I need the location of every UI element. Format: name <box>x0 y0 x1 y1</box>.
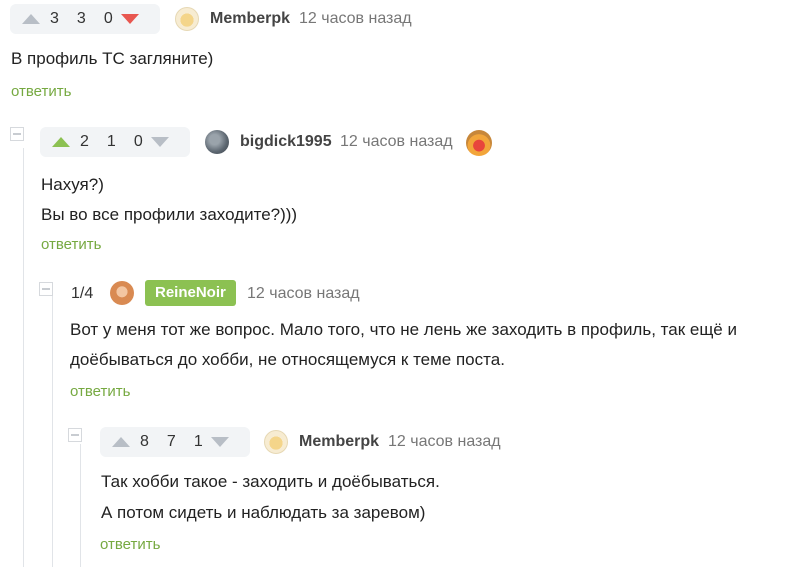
downvote-icon[interactable] <box>120 14 139 24</box>
avatar[interactable] <box>175 7 199 31</box>
reply-link[interactable]: ответить <box>70 383 130 400</box>
author-badge[interactable]: ReineNoir <box>145 280 236 306</box>
rating-value: 1 <box>106 133 116 150</box>
timestamp[interactable]: 12 часов назад <box>388 433 501 451</box>
upvote-icon[interactable] <box>22 14 40 24</box>
collapse-toggle[interactable] <box>10 127 24 141</box>
timestamp[interactable]: 12 часов назад <box>340 133 453 151</box>
upvote-count: 8 <box>140 433 149 450</box>
author-name[interactable]: Memberpk <box>299 433 379 451</box>
comment-text: Так хобби такое - заходить и доёбываться… <box>101 472 440 491</box>
collapse-toggle[interactable] <box>39 282 53 296</box>
comment-text: Вы во все профили заходите?))) <box>41 205 298 224</box>
upvote-count: 2 <box>80 133 89 150</box>
author-name[interactable]: Memberpk <box>210 10 290 28</box>
vote-pill: 2 1 0 <box>40 127 190 157</box>
collapse-toggle[interactable] <box>68 428 82 442</box>
upvote-count: 3 <box>50 10 59 27</box>
reply-link[interactable]: ответить <box>41 236 101 253</box>
timestamp[interactable]: 12 часов назад <box>299 10 412 28</box>
downvote-count: 1 <box>193 433 203 450</box>
reply-link[interactable]: ответить <box>11 83 71 100</box>
author-name[interactable]: bigdick1995 <box>240 133 332 151</box>
reply-link[interactable]: ответить <box>100 536 160 553</box>
rating-value: 3 <box>76 10 86 27</box>
award-icon[interactable] <box>466 130 492 156</box>
thread-line <box>23 148 24 567</box>
comment-text: В профиль ТС загляните) <box>11 49 214 68</box>
avatar[interactable] <box>205 130 229 154</box>
downvote-icon[interactable] <box>210 437 229 447</box>
downvote-count: 0 <box>103 10 113 27</box>
upvote-icon[interactable] <box>52 137 70 147</box>
timestamp[interactable]: 12 часов назад <box>247 285 360 303</box>
downvote-icon[interactable] <box>150 137 169 147</box>
thread-line <box>80 444 81 567</box>
vote-pill: 8 7 1 <box>100 427 250 457</box>
rating-value: 7 <box>166 433 176 450</box>
comment-text: доёбываться до хобби, не относящемуся к … <box>70 350 505 369</box>
avatar[interactable] <box>110 281 134 305</box>
upvote-icon[interactable] <box>112 437 130 447</box>
thread-line <box>52 296 53 567</box>
comment-text: А потом сидеть и наблюдать за заревом) <box>101 503 426 522</box>
comment-text: Нахуя?) <box>41 175 104 194</box>
vote-pill: 3 3 0 <box>10 4 160 34</box>
comment-counter: 1/4 <box>71 285 94 302</box>
avatar[interactable] <box>264 430 288 454</box>
comment-text: Вот у меня тот же вопрос. Мало того, что… <box>70 320 737 339</box>
downvote-count: 0 <box>133 133 143 150</box>
